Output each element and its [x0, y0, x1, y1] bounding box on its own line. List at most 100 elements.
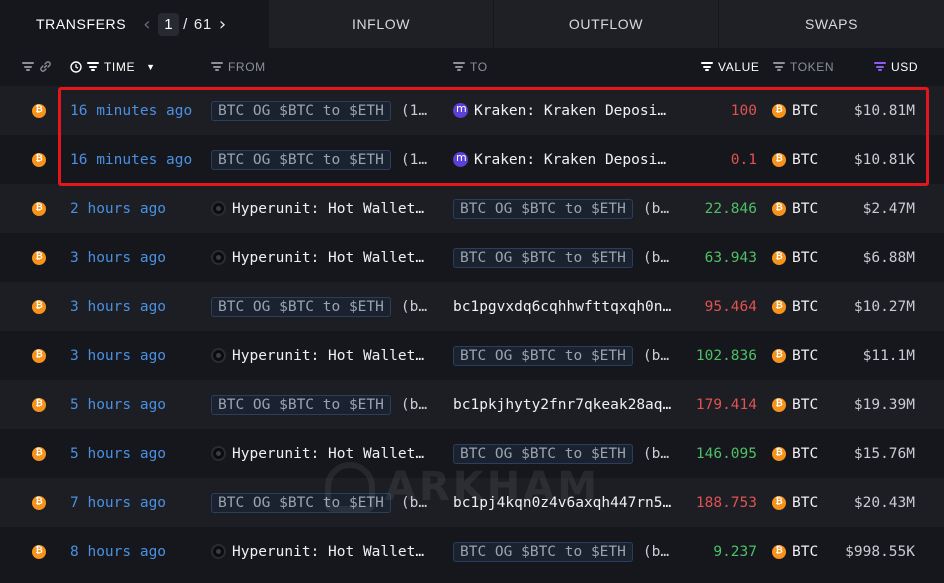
tab-transfers-label: TRANSFERS — [36, 16, 127, 32]
from-entity-pill[interactable]: BTC OG $BTC to $ETH — [211, 100, 391, 121]
from-entity[interactable]: Hyperunit: Hot Wallet… — [232, 348, 424, 364]
row-from: BTC OG $BTC to $ETH (1… — [211, 135, 436, 184]
row-token[interactable]: ₿ BTC — [772, 380, 818, 429]
to-entity-pill[interactable]: BTC OG $BTC to $ETH — [453, 198, 633, 219]
to-address[interactable]: bc1pkjhyty2fnr7qkeak28aq… — [453, 397, 671, 413]
to-address[interactable]: (b… — [643, 250, 669, 266]
row-time[interactable]: 5 hours ago — [70, 429, 166, 478]
to-entity[interactable]: Kraken: Kraken Deposi… — [474, 103, 666, 119]
chevron-right-icon[interactable]: › — [216, 14, 230, 35]
to-entity-pill[interactable]: BTC OG $BTC to $ETH — [453, 247, 633, 268]
bitcoin-icon: ₿ — [32, 348, 46, 363]
hyperunit-icon — [211, 250, 226, 265]
page-separator: / — [183, 15, 188, 33]
row-token[interactable]: ₿ BTC — [772, 233, 818, 282]
row-time[interactable]: 16 minutes ago — [70, 135, 192, 184]
from-address[interactable]: (b… — [401, 299, 427, 315]
row-token[interactable]: ₿ BTC — [772, 331, 818, 380]
column-time[interactable]: TIME ▼ — [70, 60, 156, 74]
row-from: BTC OG $BTC to $ETH (1… — [211, 86, 436, 135]
from-entity-pill[interactable]: BTC OG $BTC to $ETH — [211, 296, 391, 317]
tab-inflow[interactable]: INFLOW — [268, 0, 493, 48]
table-row[interactable]: ₿ 2 hours ago Hyperunit: Hot Wallet… BTC… — [0, 184, 944, 233]
row-token[interactable]: ₿ BTC — [772, 282, 818, 331]
to-entity-pill[interactable]: BTC OG $BTC to $ETH — [453, 345, 633, 366]
column-token[interactable]: TOKEN — [773, 60, 834, 74]
from-address[interactable]: (b… — [401, 495, 427, 511]
hyperunit-icon — [211, 544, 226, 559]
bitcoin-icon: ₿ — [32, 299, 46, 314]
caret-down-icon[interactable]: ▼ — [146, 62, 156, 72]
row-time[interactable]: 3 hours ago — [70, 233, 166, 282]
to-address[interactable]: (b… — [643, 446, 669, 462]
row-to: BTC OG $BTC to $ETH (b… — [453, 184, 681, 233]
table-row[interactable]: ₿ 3 hours ago Hyperunit: Hot Wallet… BTC… — [0, 331, 944, 380]
to-address[interactable]: (b… — [643, 348, 669, 364]
row-to: BTC OG $BTC to $ETH (b… — [453, 233, 681, 282]
row-time[interactable]: 8 hours ago — [70, 527, 166, 576]
to-address[interactable]: (b… — [643, 544, 669, 560]
filter-icon[interactable] — [874, 62, 886, 71]
chevron-left-icon[interactable]: ‹ — [140, 14, 154, 35]
to-entity[interactable]: Kraken: Kraken Deposi… — [474, 152, 666, 168]
table-row[interactable]: ₿ 5 hours ago Hyperunit: Hot Wallet… BTC… — [0, 429, 944, 478]
row-time[interactable]: 3 hours ago — [70, 331, 166, 380]
row-time[interactable]: 2 hours ago — [70, 184, 166, 233]
from-entity-pill[interactable]: BTC OG $BTC to $ETH — [211, 394, 391, 415]
column-time-label: TIME — [104, 59, 136, 74]
table-row[interactable]: ₿ 3 hours ago BTC OG $BTC to $ETH (b… bc… — [0, 282, 944, 331]
column-to[interactable]: TO — [453, 60, 488, 74]
token-symbol: BTC — [792, 298, 819, 315]
tab-transfers[interactable]: TRANSFERS ‹ 1 / 61 › — [0, 0, 268, 48]
filter-icon[interactable] — [211, 62, 223, 71]
to-address[interactable]: bc1pj4kqn0z4v6axqh447rn5… — [453, 495, 671, 511]
from-entity-pill[interactable]: BTC OG $BTC to $ETH — [211, 149, 391, 170]
column-value[interactable]: VALUE — [701, 60, 759, 74]
filter-icon[interactable] — [22, 62, 34, 71]
row-token[interactable]: ₿ BTC — [772, 429, 818, 478]
from-entity-pill[interactable]: BTC OG $BTC to $ETH — [211, 492, 391, 513]
filter-icon[interactable] — [453, 62, 465, 71]
from-entity[interactable]: Hyperunit: Hot Wallet… — [232, 544, 424, 560]
bitcoin-icon: ₿ — [32, 446, 46, 461]
from-entity[interactable]: Hyperunit: Hot Wallet… — [232, 446, 424, 462]
column-usd[interactable]: USD — [874, 60, 918, 74]
tab-swaps[interactable]: SWAPS — [718, 0, 944, 48]
row-time[interactable]: 16 minutes ago — [70, 86, 192, 135]
from-entity[interactable]: Hyperunit: Hot Wallet… — [232, 201, 424, 217]
token-symbol: BTC — [792, 347, 819, 364]
table-row[interactable]: ₿ 16 minutes ago BTC OG $BTC to $ETH (1…… — [0, 86, 944, 135]
row-token[interactable]: ₿ BTC — [772, 135, 818, 184]
tab-outflow[interactable]: OUTFLOW — [493, 0, 718, 48]
link-icon[interactable] — [39, 60, 52, 73]
column-from[interactable]: FROM — [211, 60, 266, 74]
table-row[interactable]: ₿ 3 hours ago Hyperunit: Hot Wallet… BTC… — [0, 233, 944, 282]
table-row[interactable]: ₿ 5 hours ago BTC OG $BTC to $ETH (b… bc… — [0, 380, 944, 429]
filter-icon[interactable] — [701, 62, 713, 71]
filter-icon[interactable] — [773, 62, 785, 71]
row-token[interactable]: ₿ BTC — [772, 184, 818, 233]
row-token[interactable]: ₿ BTC — [772, 478, 818, 527]
current-page[interactable]: 1 — [158, 12, 180, 36]
bitcoin-icon: ₿ — [772, 495, 786, 510]
from-address[interactable]: (1… — [401, 103, 427, 119]
table-row[interactable]: ₿ 8 hours ago Hyperunit: Hot Wallet… BTC… — [0, 527, 944, 576]
table-row[interactable]: ₿ 7 hours ago BTC OG $BTC to $ETH (b… bc… — [0, 478, 944, 527]
from-address[interactable]: (1… — [401, 152, 427, 168]
to-entity-pill[interactable]: BTC OG $BTC to $ETH — [453, 443, 633, 464]
row-value: 146.095 — [695, 445, 757, 462]
to-entity-pill[interactable]: BTC OG $BTC to $ETH — [453, 541, 633, 562]
from-entity[interactable]: Hyperunit: Hot Wallet… — [232, 250, 424, 266]
from-address[interactable]: (b… — [401, 397, 427, 413]
tab-swaps-label: SWAPS — [804, 16, 859, 32]
row-token[interactable]: ₿ BTC — [772, 86, 818, 135]
row-time[interactable]: 7 hours ago — [70, 478, 166, 527]
table-row[interactable]: ₿ 16 minutes ago BTC OG $BTC to $ETH (1…… — [0, 135, 944, 184]
to-address[interactable]: bc1pgvxdq6cqhhwfttqxqh0n… — [453, 299, 671, 315]
filter-icon[interactable] — [87, 62, 99, 71]
row-time[interactable]: 3 hours ago — [70, 282, 166, 331]
to-address[interactable]: (b… — [643, 201, 669, 217]
row-time[interactable]: 5 hours ago — [70, 380, 166, 429]
row-token[interactable]: ₿ BTC — [772, 527, 818, 576]
row-usd: $10.81M — [853, 102, 915, 119]
